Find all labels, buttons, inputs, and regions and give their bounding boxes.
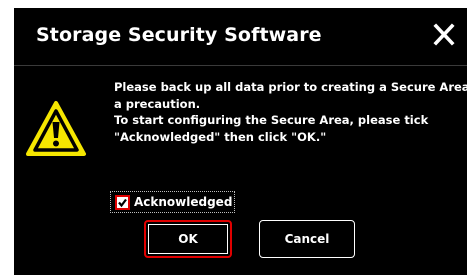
message-line: a precaution. — [114, 96, 201, 111]
message-line: Please back up all data prior to creatin… — [114, 80, 467, 94]
close-x-icon — [433, 23, 455, 46]
acknowledged-label[interactable]: Acknowledged — [134, 195, 232, 209]
ok-button[interactable]: OK — [144, 220, 232, 258]
title-divider — [14, 65, 467, 66]
message-line: To start configuring the Secure Area, pl… — [114, 113, 429, 127]
warning-message: Please back up all data prior to creatin… — [114, 79, 467, 145]
acknowledged-checkbox-row[interactable]: Acknowledged — [110, 191, 236, 213]
cancel-button[interactable]: Cancel — [259, 220, 355, 258]
dialog-title-bar: Storage Security Software — [14, 8, 467, 65]
checkmark-icon — [118, 198, 127, 207]
security-dialog: Storage Security Software Please back up… — [14, 8, 467, 275]
message-line: "Acknowledged" then click "OK." — [114, 129, 327, 144]
close-button[interactable] — [429, 20, 459, 50]
dialog-title: Storage Security Software — [36, 24, 322, 46]
warning-triangle-icon — [26, 101, 86, 156]
acknowledged-checkbox[interactable] — [115, 194, 130, 210]
